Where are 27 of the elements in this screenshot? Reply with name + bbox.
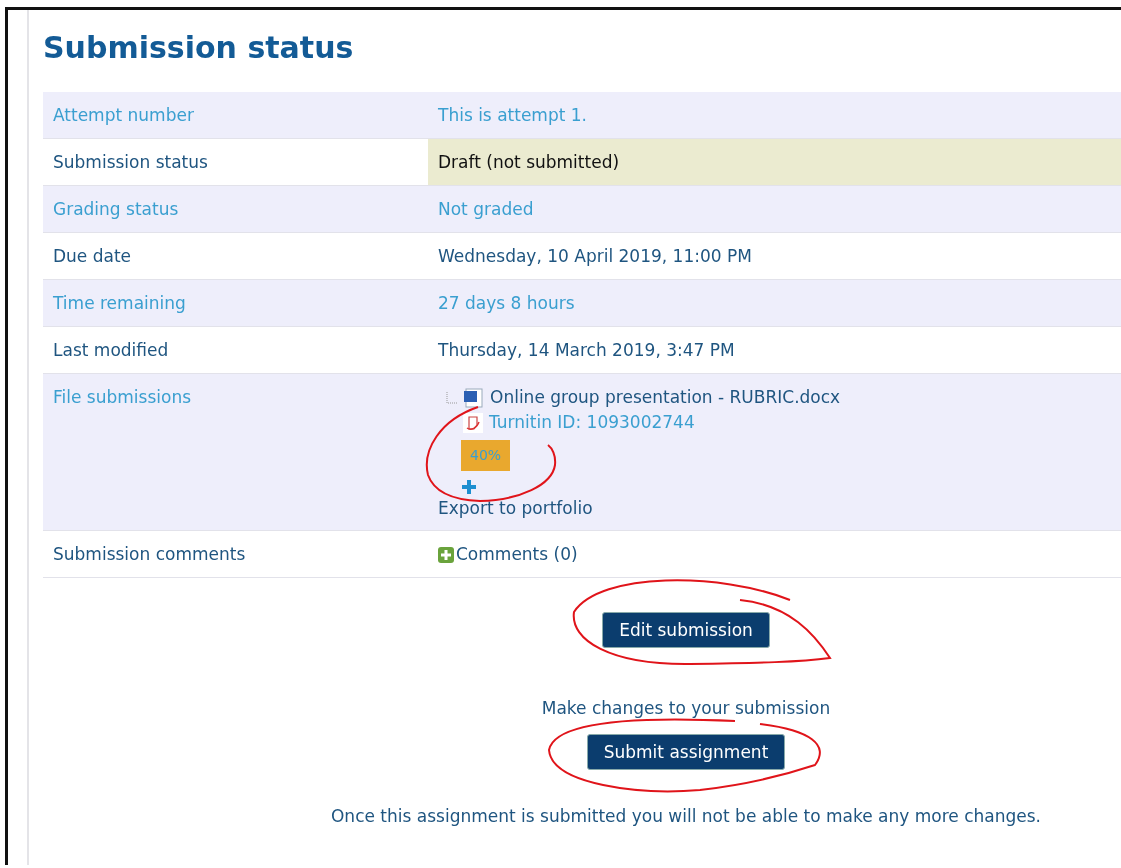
row-label: Due date — [52, 245, 133, 268]
row-label: Time remaining — [52, 292, 187, 315]
plus-icon[interactable] — [461, 479, 477, 495]
document-check-icon — [463, 412, 483, 433]
action-button[interactable]: Edit submission — [602, 612, 770, 648]
action-button[interactable]: Submit assignment — [586, 734, 786, 770]
row-label: Submission status — [52, 151, 209, 174]
word-document-icon[interactable] — [464, 387, 484, 408]
row-value: Wednesday, 10 April 2019, 11:00 PM — [438, 246, 752, 266]
row-label: File submissions — [52, 386, 193, 409]
row-label: Last modified — [52, 339, 170, 362]
add-comment-icon[interactable] — [438, 546, 454, 563]
row-value: Thursday, 14 March 2019, 3:47 PM — [438, 340, 735, 360]
row-value: This is attempt 1. — [438, 105, 587, 125]
action-note: Make changes to your submission — [541, 698, 831, 718]
row-label: Attempt number — [52, 104, 195, 127]
export-link[interactable]: Export to portfolio — [438, 497, 593, 520]
tree-line-icon — [446, 391, 458, 404]
comments-link[interactable]: Comments (0) — [456, 543, 578, 566]
row-label: Grading status — [52, 198, 180, 221]
row-label: Submission comments — [52, 543, 247, 566]
row-value: 27 days 8 hours — [438, 293, 575, 313]
file-link[interactable]: Online group presentation - RUBRIC.docx — [490, 386, 841, 409]
row-value: Draft (not submitted) — [428, 139, 1121, 185]
action-note: Once this assignment is submitted you will not be able to make any more changes. — [331, 806, 1041, 826]
page-heading: Submission status — [43, 29, 355, 67]
row-value: Not graded — [438, 199, 534, 219]
